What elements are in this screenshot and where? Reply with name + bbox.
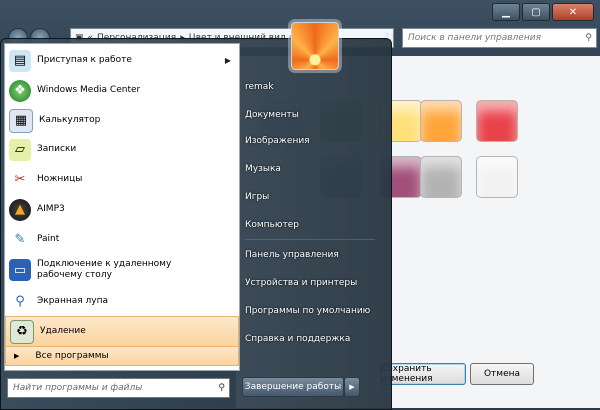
pictures-link[interactable]: Изображения <box>245 131 381 151</box>
close-button[interactable]: ✕ <box>552 3 594 21</box>
program-label: Экранная лупа <box>37 296 108 306</box>
user-folder-link[interactable]: remak <box>245 77 381 97</box>
program-snipping-tool[interactable]: ✂ Ножницы <box>5 165 239 194</box>
all-programs-arrow-icon: ▶ <box>14 352 20 360</box>
program-label: Записки <box>37 144 77 154</box>
submenu-arrow-icon: ▶ <box>224 56 231 65</box>
program-media-center[interactable]: ❖ Windows Media Center <box>5 76 239 105</box>
program-label: Подключение к удаленному рабочему столу <box>37 259 172 280</box>
right-divider <box>245 239 375 240</box>
media-center-icon: ❖ <box>9 79 31 102</box>
program-calculator[interactable]: ▦ Калькулятор <box>5 106 239 135</box>
calculator-icon: ▦ <box>9 108 33 133</box>
recycle-bin-icon: ♻ <box>10 319 34 344</box>
save-changes-button[interactable]: Сохранить изменения <box>380 363 466 385</box>
cancel-button[interactable]: Отмена <box>470 363 534 385</box>
minimize-button[interactable]: ▁ <box>492 3 520 21</box>
remote-desktop-icon: ▭ <box>9 259 31 281</box>
right-item-label: Игры <box>245 192 270 202</box>
program-label: AIMP3 <box>37 204 65 214</box>
start-search-placeholder: Найти программы и файлы <box>13 383 143 393</box>
program-label: Удаление <box>40 326 86 336</box>
shutdown-button[interactable]: Завершение работы <box>242 377 344 397</box>
color-swatch[interactable] <box>420 100 462 142</box>
program-label: Калькулятор <box>39 115 101 125</box>
right-item-label: Компьютер <box>245 220 299 230</box>
program-paint[interactable]: ✎ Paint <box>5 225 239 254</box>
help-support-link[interactable]: Справка и поддержка <box>245 329 381 349</box>
shutdown-options-arrow-icon[interactable]: ▶ <box>344 377 360 397</box>
control-panel-search-input[interactable]: Поиск в панели управления ⚲ <box>402 28 597 48</box>
window-controls: ▁ ▢ ✕ <box>492 3 594 21</box>
maximize-button[interactable]: ▢ <box>522 3 550 21</box>
program-magnifier[interactable]: ⚲ Экранная лупа <box>5 287 239 316</box>
program-label: Windows Media Center <box>37 85 141 95</box>
color-swatch[interactable] <box>476 156 518 198</box>
program-sticky-notes[interactable]: ▱ Записки <box>5 135 239 164</box>
right-item-label: Справка и поддержка <box>245 334 351 344</box>
getting-started-icon: ▤ <box>9 49 31 72</box>
devices-printers-link[interactable]: Устройства и принтеры <box>245 273 381 293</box>
music-link[interactable]: Музыка <box>245 159 381 179</box>
right-item-label: Устройства и принтеры <box>245 278 358 288</box>
right-item-label: Документы <box>245 110 299 120</box>
color-swatch[interactable] <box>476 100 518 142</box>
search-icon: ⚲ <box>585 33 592 43</box>
color-swatch[interactable] <box>420 156 462 198</box>
games-link[interactable]: Игры <box>245 187 381 207</box>
all-programs-button[interactable]: ▶ Все программы <box>5 346 239 366</box>
snipping-tool-icon: ✂ <box>14 172 26 187</box>
paint-icon: ✎ <box>14 232 26 247</box>
program-label: Ножницы <box>37 174 83 184</box>
program-label: Paint <box>37 234 60 244</box>
all-programs-label: Все программы <box>35 351 109 361</box>
computer-link[interactable]: Компьютер <box>245 215 381 235</box>
search-icon: ⚲ <box>218 383 225 393</box>
program-aimp[interactable]: ▲ AIMP3 <box>5 195 239 224</box>
control-panel-search-placeholder: Поиск в панели управления <box>408 33 541 43</box>
control-panel-link[interactable]: Панель управления <box>245 245 381 265</box>
documents-link[interactable]: Документы <box>245 105 381 125</box>
program-uninstall[interactable]: ♻ Удаление <box>5 316 239 347</box>
program-label: Приступая к работе <box>37 55 132 65</box>
programs-list: ▤ Приступая к работе ▶ ❖ Windows Media C… <box>4 43 240 371</box>
default-programs-link[interactable]: Программы по умолчанию <box>245 301 381 321</box>
right-item-label: Программы по умолчанию <box>245 306 371 316</box>
start-search-input[interactable]: Найти программы и файлы ⚲ <box>7 378 230 398</box>
start-menu: ▤ Приступая к работе ▶ ❖ Windows Media C… <box>0 38 392 410</box>
right-item-label: Изображения <box>245 136 310 146</box>
program-remote-desktop[interactable]: ▭ Подключение к удаленному рабочему стол… <box>5 254 239 286</box>
right-item-label: Музыка <box>245 164 281 174</box>
right-item-label: Панель управления <box>245 250 339 260</box>
aimp-icon: ▲ <box>9 198 31 221</box>
user-picture[interactable] <box>291 22 339 70</box>
program-getting-started[interactable]: ▤ Приступая к работе ▶ <box>5 46 239 75</box>
right-item-label: remak <box>245 82 274 92</box>
magnifier-icon: ⚲ <box>15 294 25 309</box>
sticky-notes-icon: ▱ <box>9 138 31 161</box>
